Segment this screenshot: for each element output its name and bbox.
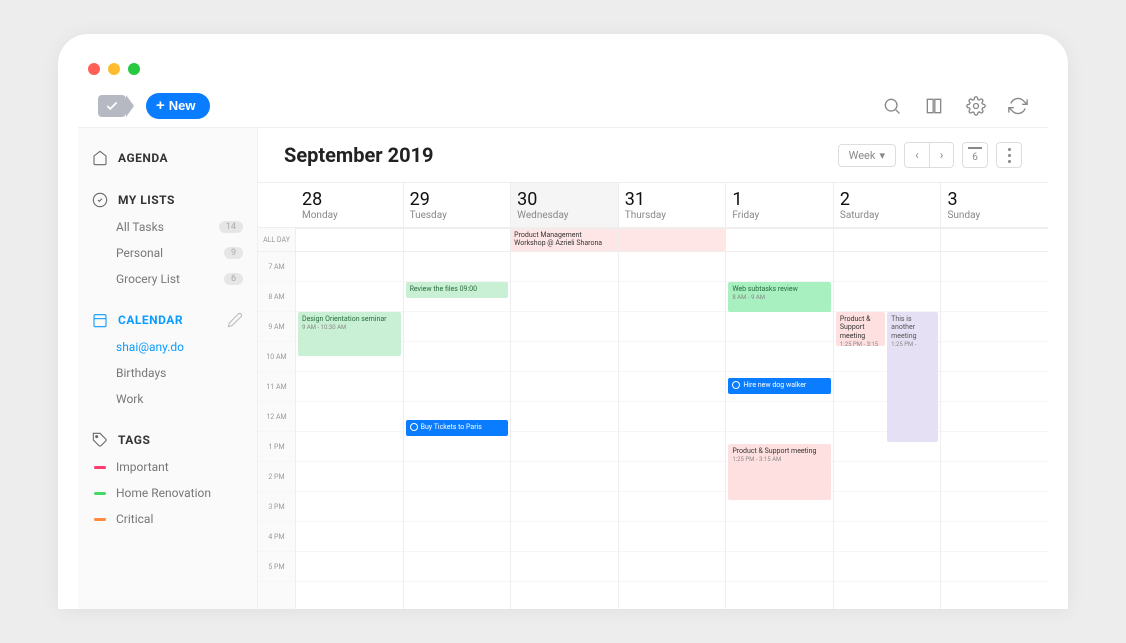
edit-icon[interactable] bbox=[227, 312, 243, 328]
book-icon[interactable] bbox=[924, 96, 944, 116]
more-menu-button[interactable] bbox=[996, 142, 1022, 168]
filter-button[interactable] bbox=[98, 95, 126, 117]
view-selector[interactable]: Week▾ bbox=[838, 144, 896, 167]
event-review-files[interactable]: Review the files 09:00 bbox=[406, 282, 509, 298]
next-week-button[interactable]: › bbox=[929, 143, 953, 167]
task-circle-icon bbox=[410, 423, 418, 431]
maximize-icon[interactable] bbox=[128, 63, 140, 75]
calendar-view: September 2019 Week▾ ‹ › 6 28Monday 29Tu… bbox=[258, 128, 1048, 609]
day-col-sat[interactable]: Product & Support meeting1:25 PM - 3:15 … bbox=[834, 228, 942, 609]
tag-icon bbox=[92, 432, 108, 448]
calendar-title: September 2019 bbox=[284, 143, 434, 167]
day-head-mon[interactable]: 28Monday bbox=[296, 183, 403, 227]
topbar: + New bbox=[78, 84, 1048, 128]
sidebar-calendar-label: CALENDAR bbox=[118, 313, 183, 327]
sidebar-tag-important[interactable]: Important bbox=[78, 454, 257, 480]
day-col-fri[interactable]: Web subtasks review8 AM - 9 AM Hire new … bbox=[726, 228, 834, 609]
tag-color-icon bbox=[94, 466, 106, 469]
day-head-thu[interactable]: 31Thursday bbox=[619, 183, 726, 227]
sidebar-tag-critical[interactable]: Critical bbox=[78, 506, 257, 532]
calendar-icon bbox=[92, 312, 108, 328]
event-workshop[interactable]: Product Management Workshop @ Azrieli Sh… bbox=[511, 228, 618, 252]
prev-week-button[interactable]: ‹ bbox=[905, 143, 929, 167]
sidebar-item-personal[interactable]: Personal9 bbox=[78, 240, 257, 266]
sidebar-calendar[interactable]: CALENDAR bbox=[78, 306, 257, 334]
sidebar-tags[interactable]: TAGS bbox=[78, 426, 257, 454]
event-another-meeting[interactable]: This is another meeting1:25 PM - bbox=[887, 312, 938, 442]
sidebar-mylists[interactable]: MY LISTS bbox=[78, 186, 257, 214]
sidebar-tag-home[interactable]: Home Renovation bbox=[78, 480, 257, 506]
event-product-support-sat[interactable]: Product & Support meeting1:25 PM - 3:15 bbox=[836, 312, 885, 346]
event-hire-dogwalker[interactable]: Hire new dog walker bbox=[728, 378, 831, 394]
sidebar-tags-label: TAGS bbox=[118, 433, 150, 447]
day-headers: 28Monday 29Tuesday 30Wednesday 31Thursda… bbox=[296, 183, 1048, 227]
sidebar-agenda[interactable]: AGENDA bbox=[78, 144, 257, 172]
time-gutter: ALL DAY 7 AM 8 AM 9 AM 10 AM 11 AM 12 AM… bbox=[258, 228, 296, 609]
sidebar-cal-work[interactable]: Work bbox=[78, 386, 257, 412]
day-col-tue[interactable]: Review the files 09:00 Buy Tickets to Pa… bbox=[404, 228, 512, 609]
plus-icon: + bbox=[156, 97, 165, 114]
sidebar-mylists-label: MY LISTS bbox=[118, 193, 175, 207]
day-col-mon[interactable]: Design Orientation seminar9 AM - 10:30 A… bbox=[296, 228, 404, 609]
task-circle-icon bbox=[732, 381, 740, 389]
chevron-down-icon: ▾ bbox=[879, 149, 885, 162]
sidebar-item-alltasks[interactable]: All Tasks14 bbox=[78, 214, 257, 240]
day-col-thu[interactable] bbox=[619, 228, 727, 609]
event-design-seminar[interactable]: Design Orientation seminar9 AM - 10:30 A… bbox=[298, 312, 401, 356]
sync-icon[interactable] bbox=[1008, 96, 1028, 116]
event-product-support-fri[interactable]: Product & Support meeting1:25 PM - 3:15 … bbox=[728, 444, 831, 500]
home-icon bbox=[92, 150, 108, 166]
check-icon bbox=[105, 99, 119, 113]
new-button[interactable]: + New bbox=[146, 93, 210, 119]
tag-color-icon bbox=[94, 492, 106, 495]
check-circle-icon bbox=[92, 192, 108, 208]
search-icon[interactable] bbox=[882, 96, 902, 116]
day-head-sat[interactable]: 2Saturday bbox=[834, 183, 941, 227]
gear-icon[interactable] bbox=[966, 96, 986, 116]
event-subtasks-review[interactable]: Web subtasks review8 AM - 9 AM bbox=[728, 282, 831, 312]
sidebar-agenda-label: AGENDA bbox=[118, 151, 168, 165]
week-nav: ‹ › bbox=[904, 142, 954, 168]
day-head-wed[interactable]: 30Wednesday bbox=[511, 183, 618, 227]
today-button[interactable]: 6 bbox=[962, 142, 988, 168]
day-head-sun[interactable]: 3Sunday bbox=[941, 183, 1048, 227]
day-head-tue[interactable]: 29Tuesday bbox=[404, 183, 511, 227]
minimize-icon[interactable] bbox=[108, 63, 120, 75]
day-head-fri[interactable]: 1Friday bbox=[726, 183, 833, 227]
sidebar-cal-birthdays[interactable]: Birthdays bbox=[78, 360, 257, 386]
calendar-header: September 2019 Week▾ ‹ › 6 bbox=[258, 128, 1048, 182]
window-titlebar bbox=[78, 54, 1048, 84]
tag-color-icon bbox=[94, 518, 106, 521]
sidebar-item-grocery[interactable]: Grocery List6 bbox=[78, 266, 257, 292]
sidebar: AGENDA MY LISTS All Tasks14 Personal9 Gr… bbox=[78, 128, 258, 609]
day-col-sun[interactable] bbox=[941, 228, 1048, 609]
day-col-wed[interactable]: Product Management Workshop @ Azrieli Sh… bbox=[511, 228, 619, 609]
sidebar-cal-account[interactable]: shai@any.do bbox=[78, 334, 257, 360]
new-button-label: New bbox=[169, 98, 196, 113]
close-icon[interactable] bbox=[88, 63, 100, 75]
event-buy-tickets[interactable]: Buy Tickets to Paris bbox=[406, 420, 509, 436]
